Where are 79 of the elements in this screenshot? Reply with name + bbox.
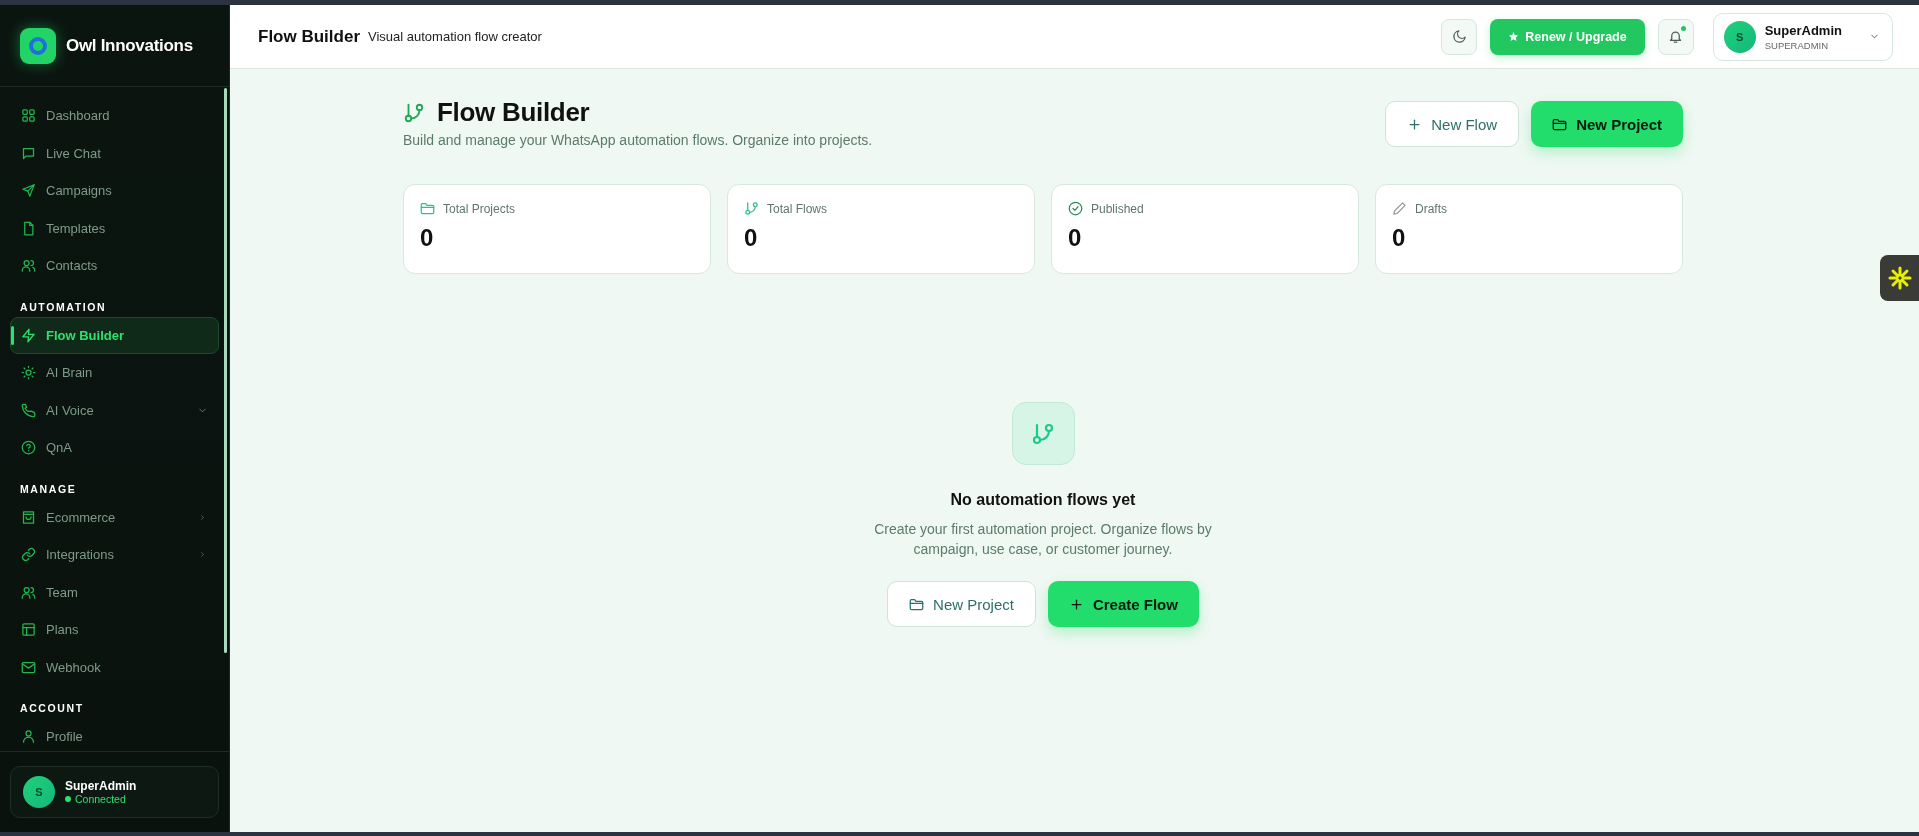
sidebar-item[interactable]: Live Chat — [10, 134, 219, 172]
empty-state-icon — [1011, 402, 1075, 465]
stat-value: 0 — [1392, 224, 1407, 252]
moon-icon — [1451, 29, 1467, 44]
chat-icon — [21, 145, 36, 161]
document-icon — [21, 220, 36, 236]
folder-icon — [420, 201, 435, 216]
user-role: SUPERADMIN — [1764, 39, 1830, 51]
notifications-button[interactable] — [1657, 18, 1694, 55]
user-card[interactable]: S SuperAdmin Connected — [10, 766, 219, 818]
stat-label: Drafts — [1415, 201, 1447, 216]
send-icon — [21, 183, 36, 199]
sidebar-item[interactable]: AI Brain — [10, 354, 219, 392]
page-title: Flow Builder — [437, 97, 590, 128]
theme-toggle-button[interactable] — [1441, 18, 1478, 55]
stat-value: 0 — [744, 224, 759, 252]
sidebar-item[interactable]: Plans — [10, 611, 219, 649]
stat-label: Total Projects — [443, 201, 516, 216]
new-project-button[interactable]: New Project — [887, 581, 1036, 627]
user-avatar: S — [1723, 20, 1756, 53]
pencil-icon — [1392, 201, 1407, 216]
asterisk-icon — [1887, 266, 1912, 290]
user-icon — [21, 729, 36, 745]
sidebar-item[interactable]: QnA — [10, 429, 219, 467]
plus-icon — [1068, 596, 1084, 612]
sun-icon — [21, 365, 36, 381]
user-avatar: S — [23, 776, 55, 808]
phone-icon — [21, 402, 36, 418]
folder-icon — [909, 596, 925, 612]
empty-state-description: Create your first automation project. Organize flows by campaign, use case, or customer journey. — [873, 520, 1213, 559]
section-heading: AUTOMATION — [19, 299, 108, 315]
page-subtitle: Build and manage your WhatsApp automation flows. Organize into projects. — [403, 132, 874, 148]
new-flow-button[interactable]: New Flow — [1385, 101, 1520, 147]
assistant-widget-button[interactable] — [1880, 255, 1919, 301]
mail-icon — [21, 659, 36, 675]
user-menu[interactable]: S SuperAdmin SUPERADMIN — [1712, 12, 1893, 61]
sidebar-item[interactable]: Team — [10, 573, 219, 611]
new-project-button[interactable]: New Project — [1531, 101, 1683, 147]
scrollbar-thumb[interactable] — [224, 88, 227, 653]
folder-icon — [1552, 116, 1568, 132]
shopping-bag-icon — [21, 509, 36, 525]
sidebar-item[interactable]: Templates — [10, 209, 219, 247]
sidebar-item[interactable]: Ecommerce — [10, 498, 219, 536]
sidebar-item[interactable]: Campaigns — [10, 172, 219, 210]
header-subtitle: Visual automation flow creator — [368, 29, 543, 44]
sidebar-item[interactable]: AI Voice — [10, 391, 219, 429]
stat-value: 0 — [420, 224, 435, 252]
lightning-icon — [21, 327, 36, 343]
users-icon — [21, 584, 36, 600]
sidebar-item[interactable]: Dashboard — [10, 97, 219, 135]
stat-label: Total Flows — [767, 201, 828, 216]
section-heading: ACCOUNT — [19, 701, 85, 716]
user-name: SuperAdmin — [65, 779, 137, 793]
header-title: Flow Builder — [258, 26, 360, 47]
star-icon — [1508, 31, 1520, 42]
users-icon — [21, 258, 36, 274]
sidebar-item[interactable]: Contacts — [10, 247, 219, 285]
help-icon — [21, 440, 36, 456]
link-icon — [21, 547, 36, 563]
connection-status: Connected — [65, 793, 137, 805]
sidebar-item[interactable]: Flow Builder — [10, 316, 219, 354]
plus-icon — [1407, 116, 1423, 132]
check-circle-icon — [1068, 201, 1083, 216]
empty-state-title: No automation flows yet — [950, 491, 1136, 509]
grid-icon — [21, 108, 36, 124]
user-name: SuperAdmin — [1764, 22, 1842, 38]
create-flow-button[interactable]: Create Flow — [1047, 581, 1199, 627]
sidebar-item[interactable]: Webhook — [10, 648, 219, 686]
sidebar-item[interactable]: Profile — [10, 718, 219, 751]
branch-icon — [403, 101, 425, 124]
bell-icon — [1668, 29, 1684, 44]
branch-icon — [744, 201, 759, 216]
layout-icon — [21, 622, 36, 638]
section-heading: MANAGE — [19, 481, 78, 497]
stat-value: 0 — [1068, 224, 1083, 252]
sidebar-item[interactable]: Integrations — [10, 536, 219, 574]
brand-name: Owl Innovations — [66, 35, 193, 56]
owl-logo-icon — [20, 27, 56, 64]
stat-label: Published — [1091, 201, 1144, 216]
